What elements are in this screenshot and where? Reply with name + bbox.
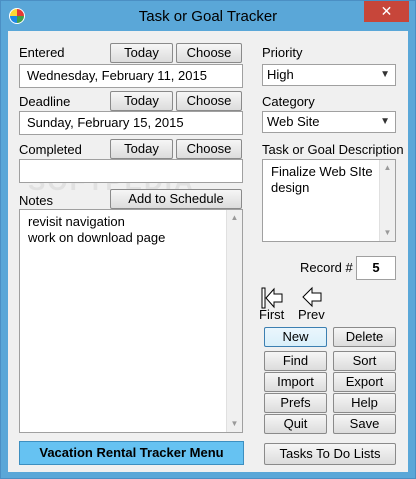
notes-scrollbar[interactable]: ▲ ▼: [226, 210, 242, 432]
chevron-down-icon[interactable]: ▼: [380, 116, 390, 127]
scroll-up-icon[interactable]: ▲: [380, 160, 395, 176]
entered-today-button[interactable]: Today: [110, 43, 173, 63]
scroll-down-icon[interactable]: ▼: [380, 225, 395, 241]
description-label: Task or Goal Description: [262, 142, 404, 157]
priority-label: Priority: [262, 45, 303, 60]
category-label: Category: [262, 94, 315, 109]
deadline-today-button[interactable]: Today: [110, 91, 173, 111]
completed-date-field[interactable]: [19, 159, 243, 183]
tasks-to-do-lists-button[interactable]: Tasks To Do Lists: [264, 443, 396, 465]
description-scrollbar[interactable]: ▲ ▼: [379, 160, 395, 241]
prev-record-icon[interactable]: [302, 286, 322, 308]
sort-button[interactable]: Sort: [333, 351, 396, 371]
deadline-date-field[interactable]: Sunday, February 15, 2015: [19, 111, 243, 135]
export-button[interactable]: Export: [333, 372, 396, 392]
close-button[interactable]: ✕: [364, 1, 409, 22]
chevron-down-icon[interactable]: ▼: [380, 69, 390, 80]
add-to-schedule-button[interactable]: Add to Schedule: [110, 189, 242, 209]
category-select[interactable]: Web Site ▼: [262, 111, 396, 133]
find-button[interactable]: Find: [264, 351, 327, 371]
scroll-down-icon[interactable]: ▼: [227, 416, 242, 432]
import-button[interactable]: Import: [264, 372, 327, 392]
quit-button[interactable]: Quit: [264, 414, 327, 434]
completed-choose-button[interactable]: Choose: [176, 139, 242, 159]
deadline-label: Deadline: [19, 94, 71, 109]
prefs-button[interactable]: Prefs: [264, 393, 327, 413]
app-window: Task or Goal Tracker ✕ SOFTPEDIA Entered…: [0, 0, 416, 479]
record-number-field[interactable]: 5: [356, 256, 396, 280]
save-button[interactable]: Save: [333, 414, 396, 434]
scroll-up-icon[interactable]: ▲: [227, 210, 242, 226]
title-bar[interactable]: Task or Goal Tracker ✕: [1, 1, 415, 31]
entered-choose-button[interactable]: Choose: [176, 43, 242, 63]
deadline-choose-button[interactable]: Choose: [176, 91, 242, 111]
delete-button[interactable]: Delete: [333, 327, 396, 347]
notes-label: Notes: [19, 193, 53, 208]
description-line: design: [271, 180, 310, 195]
first-label[interactable]: First: [259, 307, 284, 322]
completed-label: Completed: [19, 142, 82, 157]
new-button[interactable]: New: [264, 327, 327, 347]
description-textarea[interactable]: Finalize Web SIte design ▲ ▼: [262, 159, 396, 242]
notes-line: revisit navigation: [28, 214, 125, 229]
priority-value: High: [267, 67, 294, 82]
notes-textarea[interactable]: revisit navigation work on download page…: [19, 209, 243, 433]
priority-select[interactable]: High ▼: [262, 64, 396, 86]
description-line: Finalize Web SIte: [271, 164, 373, 179]
client-area: SOFTPEDIA Entered Today Choose Wednesday…: [8, 31, 408, 472]
vacation-rental-menu-button[interactable]: Vacation Rental Tracker Menu: [19, 441, 244, 465]
help-button[interactable]: Help: [333, 393, 396, 413]
completed-today-button[interactable]: Today: [110, 139, 173, 159]
window-title: Task or Goal Tracker: [138, 8, 278, 25]
entered-label: Entered: [19, 45, 65, 60]
category-value: Web Site: [267, 114, 320, 129]
record-label: Record #: [300, 260, 353, 275]
prev-label[interactable]: Prev: [298, 307, 325, 322]
notes-line: work on download page: [28, 230, 166, 245]
entered-date-field[interactable]: Wednesday, February 11, 2015: [19, 64, 243, 88]
